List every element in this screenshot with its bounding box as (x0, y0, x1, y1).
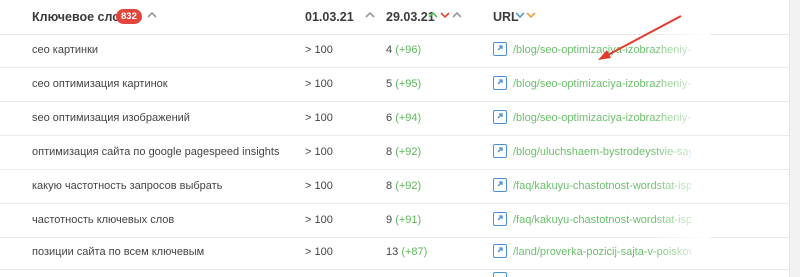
table-row[interactable]: оптимизация сайта по google pagespeed in… (0, 136, 789, 170)
position-value: 8 (386, 146, 393, 158)
sort-up-icon[interactable] (365, 11, 375, 19)
position-date1-cell: > 100 (305, 78, 333, 90)
table-row[interactable]: сео оптимизация картинок > 100 5 (+95) /… (0, 68, 789, 102)
url-link[interactable]: /blog/seo-optimizaciya-izobrazheniy-dlya… (513, 78, 691, 90)
position-date1-cell: > 100 (305, 180, 333, 192)
external-link-icon[interactable] (493, 42, 507, 56)
external-link-icon[interactable] (493, 212, 507, 226)
position-date2-cell: 8 (+92) (386, 146, 421, 158)
keyword-cell: частотность ключевых слов (32, 214, 175, 226)
url-link[interactable]: /faq/kakuyu-chastotnost-wordstat-ispolzo… (513, 214, 691, 226)
position-value: 9 (386, 214, 393, 226)
position-delta: (+92) (395, 180, 422, 192)
url-link[interactable]: /blog/uluchshaem-bystrodeystvie-sayta-s-… (513, 146, 691, 158)
trend-up-icon[interactable] (428, 11, 438, 19)
keyword-cell: сео картинки (32, 44, 99, 56)
table-row[interactable]: seo оптимизация изображений > 100 6 (+94… (0, 102, 789, 136)
position-date1-cell: > 100 (305, 44, 333, 56)
table-row[interactable]: какую частотность запросов выбрать > 100… (0, 170, 789, 204)
external-link-icon[interactable] (493, 144, 507, 158)
url-link[interactable]: /blog/seo-optimizaciya-izobrazheniy-dlya… (513, 44, 691, 56)
position-delta: (+91) (395, 214, 422, 226)
trend-down-icon[interactable] (515, 11, 525, 19)
position-date1-cell: > 100 (305, 246, 333, 258)
date1-column-header[interactable]: 01.03.21 (305, 10, 354, 24)
url-link[interactable]: /faq/kakuyu-chastotnost-wordstat-ispolzo… (513, 180, 691, 192)
keyword-positions-table: Ключевое слово 832 01.03.21 29.03.21 URL… (0, 0, 789, 277)
vertical-scrollbar[interactable] (789, 0, 800, 277)
position-date2-cell: 8 (+92) (386, 180, 421, 192)
table-row-partial (0, 264, 789, 277)
keyword-count-badge: 832 (116, 9, 142, 24)
position-date1-cell: > 100 (305, 112, 333, 124)
url-link[interactable]: /land/proverka-pozicij-sajta-v-poiskovyh… (513, 246, 691, 258)
position-date2-cell: 6 (+94) (386, 112, 421, 124)
position-value: 4 (386, 44, 393, 56)
keyword-cell: оптимизация сайта по google pagespeed in… (32, 146, 280, 158)
table-header: Ключевое слово 832 01.03.21 29.03.21 URL (0, 0, 789, 35)
sort-up-icon[interactable] (452, 11, 462, 19)
table-row[interactable]: частотность ключевых слов > 100 9 (+91) … (0, 204, 789, 238)
keyword-cell: какую частотность запросов выбрать (32, 180, 223, 192)
external-link-icon[interactable] (493, 178, 507, 192)
position-date2-cell: 9 (+91) (386, 214, 421, 226)
position-value: 8 (386, 180, 393, 192)
position-value: 13 (386, 246, 399, 258)
external-link-icon[interactable] (493, 272, 507, 277)
external-link-icon[interactable] (493, 76, 507, 90)
external-link-icon[interactable] (493, 244, 507, 258)
position-date1-cell: > 100 (305, 146, 333, 158)
trend-down-icon[interactable] (440, 11, 450, 19)
sort-up-icon[interactable] (147, 11, 157, 19)
position-value: 5 (386, 78, 393, 90)
keyword-cell: сео оптимизация картинок (32, 78, 168, 90)
position-delta: (+87) (401, 246, 428, 258)
position-date1-cell: > 100 (305, 214, 333, 226)
position-delta: (+96) (395, 44, 422, 56)
filter-down-icon[interactable] (526, 11, 536, 19)
position-date2-cell: 13 (+87) (386, 246, 427, 258)
url-link[interactable]: /blog/seo-optimizaciya-izobrazheniy-dlya… (513, 112, 691, 124)
keyword-cell: позиции сайта по всем ключевым (32, 246, 205, 258)
position-date2-cell: 5 (+95) (386, 78, 421, 90)
table-row[interactable]: сео картинки > 100 4 (+96) /blog/seo-opt… (0, 34, 789, 68)
external-link-icon[interactable] (493, 110, 507, 124)
position-delta: (+94) (395, 112, 422, 124)
position-delta: (+95) (395, 78, 422, 90)
position-date2-cell: 4 (+96) (386, 44, 421, 56)
keyword-cell: seo оптимизация изображений (32, 112, 190, 124)
position-delta: (+92) (395, 146, 422, 158)
position-value: 6 (386, 112, 393, 124)
